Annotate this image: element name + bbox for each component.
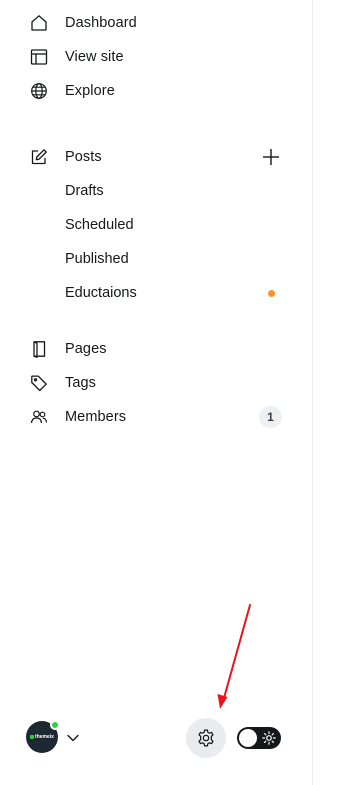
site-logo-icon	[30, 735, 35, 739]
members-icon	[30, 408, 48, 426]
new-post-button[interactable]	[259, 145, 283, 169]
sidebar-subitem-label: Published	[65, 251, 129, 267]
sidebar-item-tags[interactable]: Tags	[24, 366, 288, 400]
user-menu-trigger[interactable]: themeix	[26, 720, 60, 753]
gear-icon	[198, 729, 214, 747]
home-icon	[30, 14, 48, 32]
sidebar-item-label: Members	[65, 408, 127, 425]
online-status-dot	[50, 720, 60, 730]
sidebar-item-explore[interactable]: Explore	[24, 74, 288, 108]
settings-button[interactable]	[186, 718, 226, 758]
theme-toggle[interactable]	[237, 727, 281, 749]
sidebar: Dashboard View site Explore Posts Drafts…	[0, 0, 313, 785]
sidebar-subitem-drafts[interactable]: Drafts	[65, 174, 288, 208]
sidebar-subitem-eductaions[interactable]: Eductaions	[65, 276, 288, 310]
sun-icon	[262, 731, 276, 745]
members-count-badge: 1	[259, 406, 282, 428]
sidebar-item-label: View site	[65, 48, 124, 65]
chevron-down-icon[interactable]	[66, 731, 80, 745]
avatar-label: themeix	[35, 734, 54, 740]
sidebar-item-pages[interactable]: Pages	[24, 332, 288, 366]
sidebar-item-label: Explore	[65, 82, 115, 99]
sidebar-subitem-label: Eductaions	[65, 285, 137, 301]
sidebar-subitem-scheduled[interactable]: Scheduled	[65, 208, 288, 242]
sidebar-item-dashboard[interactable]: Dashboard	[24, 6, 288, 40]
edit-icon	[30, 148, 48, 166]
sidebar-item-view-site[interactable]: View site	[24, 40, 288, 74]
page-icon	[30, 340, 48, 358]
sidebar-subitem-label: Scheduled	[65, 217, 134, 233]
unread-indicator-dot	[268, 290, 275, 297]
sidebar-subitem-published[interactable]: Published	[65, 242, 288, 276]
sidebar-item-label: Dashboard	[65, 14, 137, 31]
sidebar-subitem-label: Drafts	[65, 183, 104, 199]
toggle-knob	[239, 729, 257, 747]
sidebar-item-label: Pages	[65, 340, 107, 357]
layout-icon	[30, 48, 48, 66]
plus-icon	[263, 149, 279, 165]
sidebar-item-label: Posts	[65, 148, 102, 165]
sidebar-item-label: Tags	[65, 374, 97, 391]
tag-icon	[30, 374, 48, 392]
sidebar-item-posts[interactable]: Posts	[24, 140, 288, 174]
sidebar-item-members[interactable]: Members	[24, 400, 288, 434]
globe-icon	[30, 82, 48, 100]
